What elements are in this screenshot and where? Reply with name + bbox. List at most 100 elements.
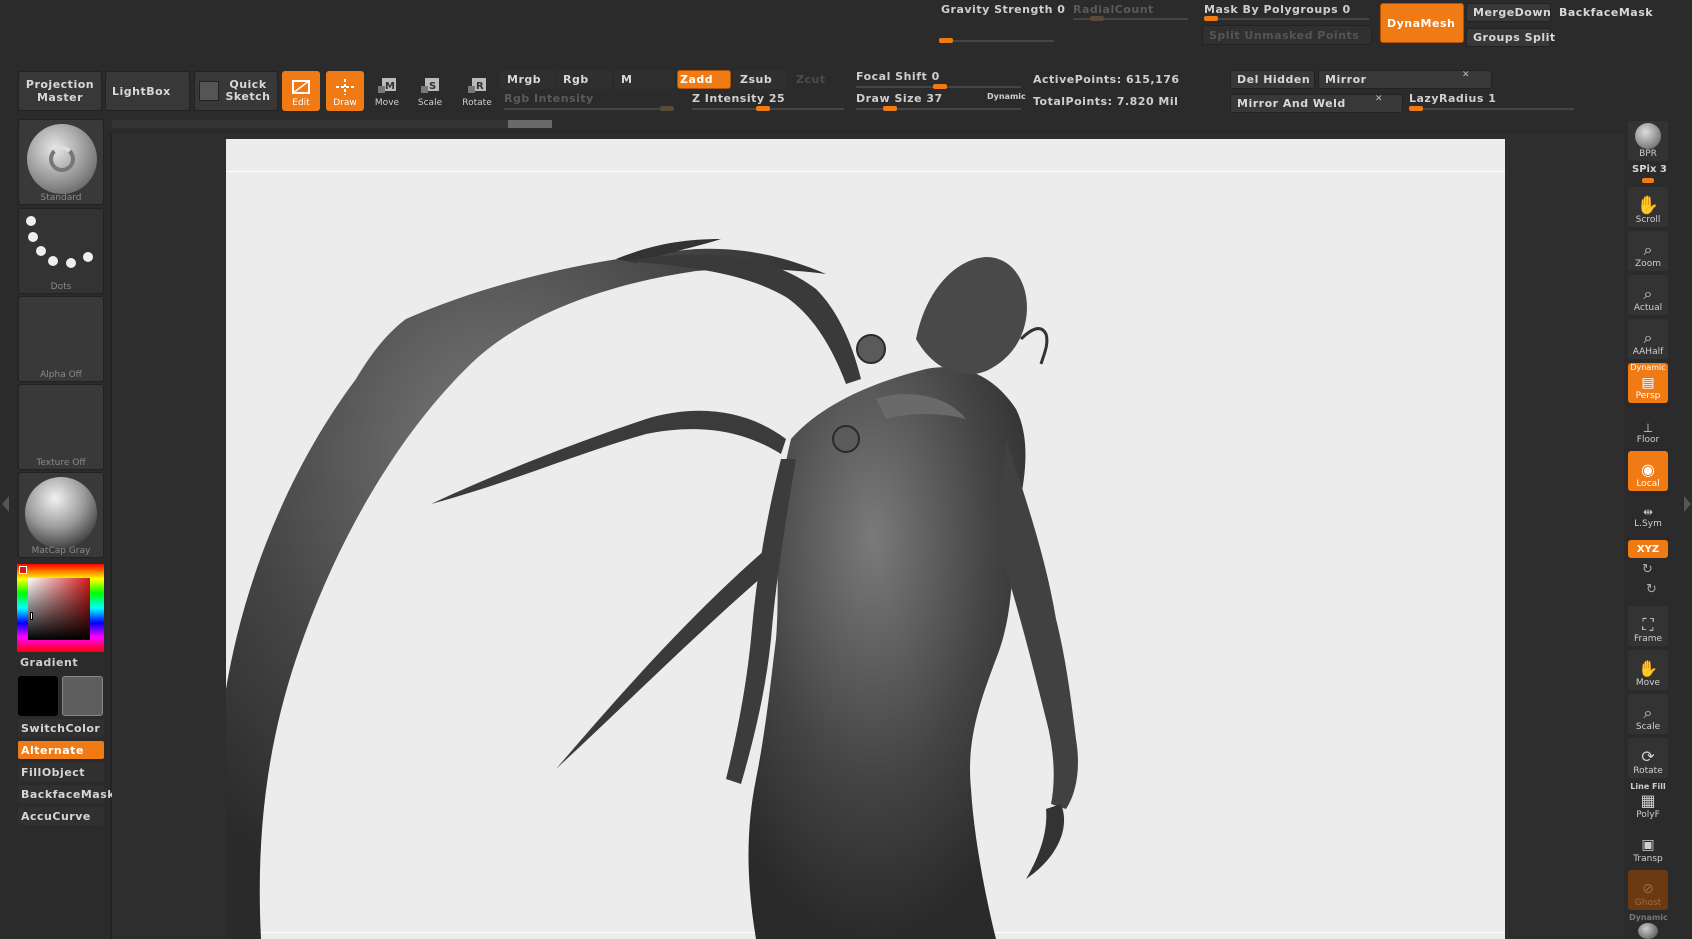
color-picker-saturation-square[interactable] [28, 578, 90, 640]
rgb-intensity-knob[interactable] [660, 106, 674, 111]
focal-shift-knob[interactable] [933, 84, 947, 89]
scale-view-button[interactable]: ⌕ Scale [1628, 694, 1668, 734]
lazy-radius-knob[interactable] [1409, 106, 1423, 111]
accu-curve-button[interactable]: AccuCurve [18, 807, 104, 825]
solo-sphere-icon[interactable] [1638, 923, 1658, 939]
backface-mask-left-button[interactable]: BackfaceMask [18, 785, 115, 803]
rgb-intensity-slider[interactable]: Rgb Intensity [504, 92, 594, 105]
zsub-button[interactable]: Zsub [733, 70, 787, 89]
draw-size-slider[interactable]: Draw Size 37 [856, 92, 943, 105]
move-view-button[interactable]: ✋ Move [1628, 650, 1668, 690]
rotate-button[interactable]: R Rotate [458, 71, 496, 111]
mask-by-polygroups-slider[interactable]: Mask By Polygroups 0 [1204, 3, 1351, 16]
switch-color-button[interactable]: SwitchColor [18, 719, 104, 737]
m-button[interactable]: M [614, 70, 674, 89]
aahalf-button[interactable]: ⌕ AAHalf [1628, 319, 1668, 359]
merge-down-button[interactable]: MergeDown [1466, 3, 1551, 22]
frame-icon: ⛶ [1642, 615, 1654, 634]
lightbox-button[interactable]: LightBox [105, 71, 190, 111]
zoom-button[interactable]: ⌕ Zoom [1628, 231, 1668, 271]
draw-size-track[interactable] [856, 108, 1021, 110]
floor-button[interactable]: ⊥ Floor [1628, 407, 1668, 447]
mask-by-polygroups-knob[interactable] [1204, 16, 1218, 21]
gravity-strength-slider[interactable]: Gravity Strength 0 [941, 3, 1065, 16]
transp-button[interactable]: ▣ Transp [1628, 826, 1668, 866]
zoom-label: Zoom [1635, 259, 1661, 269]
dynamic-toggle[interactable]: Dynamic [987, 92, 1026, 101]
main-color-swatch[interactable] [18, 676, 58, 716]
persp-button[interactable]: Dynamic ▤ Persp [1628, 363, 1668, 403]
z-intensity-slider[interactable]: Z Intensity 25 [692, 92, 785, 105]
rotate-y-icon[interactable]: ↻ [1642, 562, 1653, 577]
creature-head-tendril [1019, 327, 1049, 365]
draw-button[interactable]: Draw [326, 71, 364, 111]
left-tray-toggle-icon[interactable] [2, 496, 9, 512]
gravity-strength-knob[interactable] [939, 38, 953, 43]
lazy-radius-track[interactable] [1409, 108, 1574, 110]
ghost-label: Ghost [1634, 898, 1662, 908]
actual-button[interactable]: ⌕ Actual [1628, 275, 1668, 315]
mask-by-polygroups-track[interactable] [1204, 18, 1369, 20]
mirror-weld-pin-icon[interactable]: ✕ [1375, 94, 1383, 104]
creature-torso [748, 367, 1026, 939]
color-picker[interactable] [17, 564, 104, 652]
gravity-strength-track[interactable] [939, 40, 1054, 42]
brush-selector[interactable]: Standard [18, 119, 104, 205]
rgb-intensity-track[interactable] [504, 108, 674, 110]
draw-size-knob[interactable] [883, 106, 897, 111]
rotate-view-button[interactable]: ⟳ Rotate [1628, 738, 1668, 778]
ghost-icon: ⊘ [1642, 881, 1654, 897]
scale-button[interactable]: S Scale [411, 71, 449, 111]
fill-object-button[interactable]: FillObject [18, 763, 104, 781]
groups-split-button[interactable]: Groups Split [1466, 28, 1555, 47]
zadd-button[interactable]: Zadd [677, 70, 731, 89]
focal-shift-slider[interactable]: Focal Shift 0 [856, 70, 940, 83]
edit-button[interactable]: Edit [282, 71, 320, 111]
mirror-pin-icon[interactable]: ✕ [1462, 70, 1470, 80]
quick-sketch-icon [199, 81, 219, 101]
quick-sketch-button[interactable]: Quick Sketch [194, 71, 278, 111]
gradient-label[interactable]: Gradient [20, 656, 78, 669]
chest-orb-upper [856, 334, 886, 364]
rotate-icon: R [468, 78, 486, 93]
texture-selector[interactable]: Texture Off [18, 384, 104, 470]
xyz-button[interactable]: XYZ [1628, 540, 1668, 558]
local-button[interactable]: ◉ Local [1628, 451, 1668, 491]
projection-master-button[interactable]: Projection Master [18, 71, 102, 111]
split-unmasked-points-button[interactable]: Split Unmasked Points [1202, 25, 1372, 45]
rotate-z-icon[interactable]: ↻ [1646, 582, 1657, 597]
polyf-button[interactable]: Line Fill ▦ PolyF [1628, 782, 1668, 822]
color-picker-corner-marker [19, 566, 27, 574]
scroll-button[interactable]: ✋ Scroll [1628, 187, 1668, 227]
radial-count-slider[interactable]: RadialCount [1073, 3, 1154, 16]
spix-knob[interactable] [1642, 178, 1654, 183]
shelf-scroll-handle[interactable] [508, 120, 552, 128]
bpr-button[interactable]: BPR [1628, 121, 1668, 161]
material-label: MatCap Gray [31, 546, 91, 556]
del-hidden-button[interactable]: Del Hidden [1230, 70, 1315, 89]
secondary-color-swatch[interactable] [62, 676, 103, 716]
right-tray-toggle-icon[interactable] [1684, 496, 1691, 512]
transp-icon: ▣ [1641, 837, 1655, 853]
move-button[interactable]: M Move [368, 71, 406, 111]
spix-slider[interactable]: SPix 3 [1632, 164, 1667, 175]
scale-view-icon: ⌕ [1643, 703, 1653, 722]
rgb-button[interactable]: Rgb [556, 70, 612, 89]
z-intensity-knob[interactable] [756, 106, 770, 111]
material-selector[interactable]: MatCap Gray [18, 472, 104, 558]
lsym-button[interactable]: ⇹ L.Sym [1628, 497, 1668, 531]
frame-button[interactable]: ⛶ Frame [1628, 606, 1668, 646]
dynamesh-button[interactable]: DynaMesh [1380, 3, 1464, 43]
lazy-radius-slider[interactable]: LazyRadius 1 [1409, 92, 1496, 105]
alpha-selector[interactable]: Alpha Off [18, 296, 104, 382]
radial-count-knob[interactable] [1090, 16, 1104, 21]
creature-sculpt[interactable] [226, 139, 1505, 939]
alternate-button[interactable]: Alternate [18, 741, 104, 759]
mrgb-button[interactable]: Mrgb [500, 70, 555, 89]
color-picker-marker[interactable] [30, 612, 33, 620]
document-canvas[interactable] [226, 139, 1505, 939]
zcut-button[interactable]: Zcut [789, 70, 843, 89]
ghost-button[interactable]: ⊘ Ghost [1628, 870, 1668, 910]
stroke-selector[interactable]: Dots [18, 208, 104, 294]
backface-mask-button[interactable]: BackfaceMask [1552, 3, 1653, 22]
